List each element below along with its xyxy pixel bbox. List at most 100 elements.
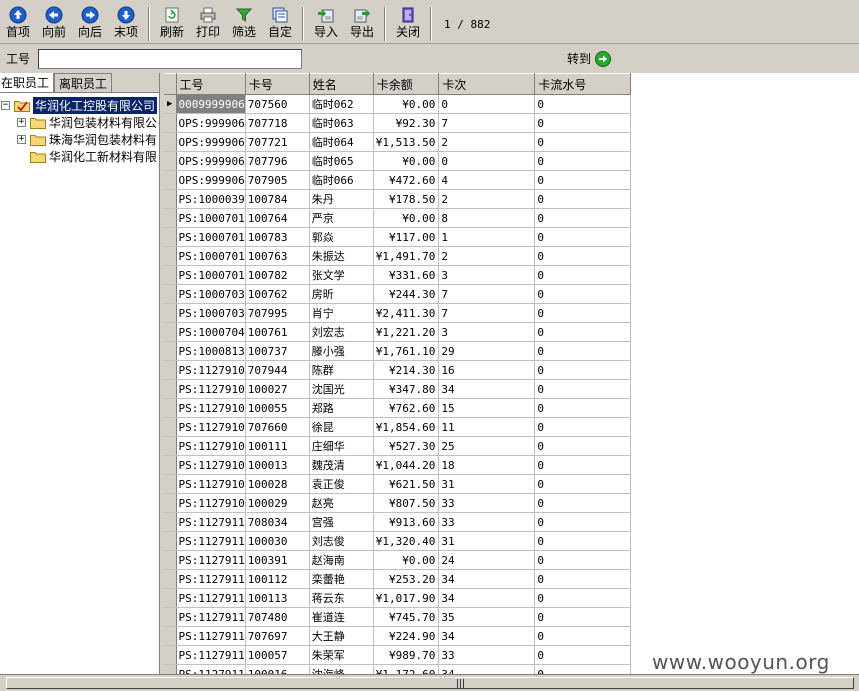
grid-cell[interactable]: 7 — [438, 113, 536, 133]
row-indicator[interactable] — [164, 132, 177, 152]
row-indicator[interactable] — [164, 189, 177, 209]
table-row[interactable]: PS:1000703 100762 房昕 ¥244.30 7 0 — [164, 284, 632, 304]
grid-cell[interactable]: 刘宏志 — [309, 322, 374, 342]
grid-cell[interactable]: 朱丹 — [309, 189, 374, 209]
grid-cell[interactable]: PS:1127911 — [176, 588, 246, 608]
tree-node-child[interactable]: + 珠海华润包装材料有 — [0, 131, 159, 148]
grid-cell[interactable]: 袁正俊 — [309, 474, 374, 494]
grid-cell[interactable]: PS:1127911 — [176, 645, 246, 665]
grid-cell[interactable]: PS:1000703 — [176, 284, 246, 304]
grid-cell[interactable]: 临时063 — [309, 113, 374, 133]
grid-cell[interactable]: 0 — [534, 398, 632, 418]
grid-cell[interactable]: 1 — [438, 227, 536, 247]
grid-cell[interactable]: 100016 — [245, 664, 310, 674]
grid-cell[interactable]: 沈海峰 — [309, 664, 374, 674]
next-button[interactable]: 向后 — [72, 6, 108, 42]
grid-cell[interactable]: 16 — [438, 360, 536, 380]
row-indicator[interactable] — [164, 113, 177, 133]
grid-cell[interactable]: ¥1,320.40 — [373, 531, 440, 551]
expand-icon[interactable]: + — [17, 135, 26, 144]
grid-cell[interactable]: 郑路 — [309, 398, 374, 418]
table-row[interactable]: PS:1127911 100030 刘志俊 ¥1,320.40 31 0 — [164, 531, 632, 551]
grid-cell[interactable]: ¥1,513.50 — [373, 132, 440, 152]
grid-cell[interactable]: 0 — [534, 265, 632, 285]
prev-button[interactable]: 向前 — [36, 6, 72, 42]
grid-cell[interactable]: 0 — [534, 550, 632, 570]
column-header[interactable]: 卡流水号 — [534, 73, 632, 95]
grid-cell[interactable]: ¥1,172.60 — [373, 664, 440, 674]
table-row[interactable]: PS:1000701 100764 严京 ¥0.00 8 0 — [164, 208, 632, 228]
grid-cell[interactable]: 707905 — [245, 170, 310, 190]
grid-cell[interactable]: 0 — [534, 189, 632, 209]
grid-cell[interactable]: 0 — [534, 417, 632, 437]
row-indicator[interactable] — [164, 341, 177, 361]
grid-cell[interactable]: 15 — [438, 398, 536, 418]
grid-cell[interactable]: ¥0.00 — [373, 94, 440, 114]
grid-cell[interactable]: 赵海南 — [309, 550, 374, 570]
grid-cell[interactable]: 2 — [438, 246, 536, 266]
table-row[interactable]: PS:1127910 100028 袁正俊 ¥621.50 31 0 — [164, 474, 632, 494]
grid-cell[interactable]: 33 — [438, 493, 536, 513]
grid-cell[interactable]: 0 — [534, 170, 632, 190]
row-indicator[interactable] — [164, 303, 177, 323]
grid-cell[interactable]: 0 — [438, 151, 536, 171]
grid-cell[interactable]: 100762 — [245, 284, 310, 304]
row-indicator[interactable] — [164, 227, 177, 247]
grid-cell[interactable]: 滕小强 — [309, 341, 374, 361]
grid-cell[interactable]: 0 — [534, 94, 632, 114]
grid-cell[interactable]: ¥0.00 — [373, 208, 440, 228]
grid-cell[interactable]: ¥253.20 — [373, 569, 440, 589]
grid-cell[interactable]: 0 — [534, 113, 632, 133]
grid-cell[interactable]: 0 — [534, 151, 632, 171]
grid-cell[interactable]: 8 — [438, 208, 536, 228]
grid-cell[interactable]: 0009999906 — [176, 94, 246, 114]
table-row[interactable]: PS:1127911 100391 赵海南 ¥0.00 24 0 — [164, 550, 632, 570]
grid-cell[interactable]: 707944 — [245, 360, 310, 380]
horizontal-scrollbar[interactable]: ||| — [0, 674, 859, 691]
grid-cell[interactable]: ¥807.50 — [373, 493, 440, 513]
grid-cell[interactable]: 严京 — [309, 208, 374, 228]
table-row[interactable]: PS:1127910 707660 徐昆 ¥1,854.60 11 0 — [164, 417, 632, 437]
customize-button[interactable]: 自定 — [262, 6, 298, 42]
table-row[interactable]: OPS:999906 707718 临时063 ¥92.30 7 0 — [164, 113, 632, 133]
column-header[interactable]: 姓名 — [309, 73, 374, 95]
table-row[interactable]: PS:1000701 100783 郭焱 ¥117.00 1 0 — [164, 227, 632, 247]
refresh-button[interactable]: 刷新 — [154, 6, 190, 42]
grid-cell[interactable]: 707697 — [245, 626, 310, 646]
grid-cell[interactable]: 0 — [534, 208, 632, 228]
row-indicator[interactable] — [164, 645, 177, 665]
grid-cell[interactable]: 肖宁 — [309, 303, 374, 323]
table-row[interactable]: PS:1127911 100112 栾蕾艳 ¥253.20 34 0 — [164, 569, 632, 589]
row-indicator[interactable] — [164, 379, 177, 399]
grid-cell[interactable]: 朱振达 — [309, 246, 374, 266]
grid-cell[interactable]: 0 — [534, 227, 632, 247]
grid-cell[interactable]: 100013 — [245, 455, 310, 475]
grid-cell[interactable]: 4 — [438, 170, 536, 190]
grid-cell[interactable]: PS:1000704 — [176, 322, 246, 342]
close-button[interactable]: 关闭 — [390, 6, 426, 42]
grid-cell[interactable]: 0 — [534, 493, 632, 513]
grid-cell[interactable]: PS:1000703 — [176, 303, 246, 323]
grid-cell[interactable]: 2 — [438, 189, 536, 209]
table-row[interactable]: OPS:999906 707721 临时064 ¥1,513.50 2 0 — [164, 132, 632, 152]
grid-cell[interactable]: PS:1127910 — [176, 493, 246, 513]
grid-cell[interactable]: ¥347.80 — [373, 379, 440, 399]
grid-cell[interactable]: 100111 — [245, 436, 310, 456]
grid-cell[interactable]: PS:1127911 — [176, 512, 246, 532]
grid-cell[interactable]: 33 — [438, 512, 536, 532]
grid-cell[interactable]: 35 — [438, 607, 536, 627]
grid-cell[interactable]: 房昕 — [309, 284, 374, 304]
grid-cell[interactable]: ¥1,017.90 — [373, 588, 440, 608]
scroll-thumb[interactable]: ||| — [6, 677, 854, 689]
grid-cell[interactable]: ¥1,221.20 — [373, 322, 440, 342]
row-indicator[interactable] — [164, 569, 177, 589]
row-indicator[interactable] — [164, 246, 177, 266]
grid-cell[interactable]: 0 — [534, 303, 632, 323]
grid-cell[interactable]: 0 — [534, 322, 632, 342]
grid-cell[interactable]: 31 — [438, 474, 536, 494]
grid-cell[interactable]: 707480 — [245, 607, 310, 627]
row-indicator[interactable] — [164, 531, 177, 551]
grid-cell[interactable]: PS:1127911 — [176, 569, 246, 589]
grid-cell[interactable]: OPS:999906 — [176, 113, 246, 133]
import-button[interactable]: 导入 — [308, 6, 344, 42]
